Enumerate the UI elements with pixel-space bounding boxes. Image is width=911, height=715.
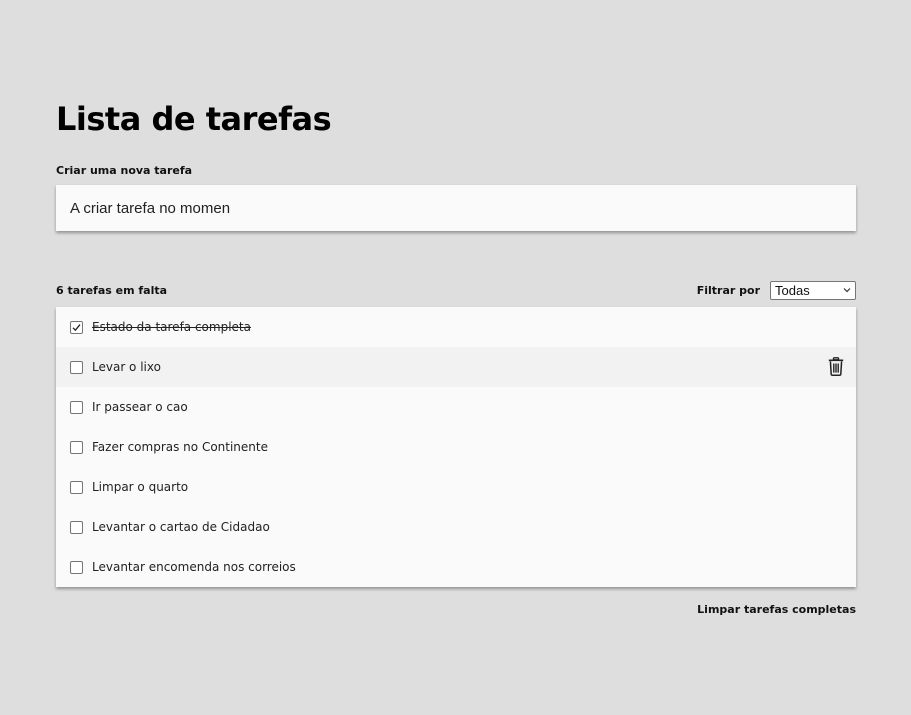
task-checkbox[interactable] (70, 400, 83, 414)
task-checkbox[interactable] (70, 320, 83, 334)
task-label: Levar o lixo (92, 360, 161, 374)
task-label: Levantar encomenda nos correios (92, 560, 296, 574)
page-title: Lista de tarefas (56, 100, 332, 138)
task-checkbox[interactable] (70, 560, 83, 574)
task-label: Ir passear o cao (92, 400, 188, 414)
filter-selected-value: Todas (775, 283, 810, 298)
task-checkbox[interactable] (70, 440, 83, 454)
filter-label: Filtrar por (696, 284, 760, 297)
task-label: Limpar o quarto (92, 480, 189, 494)
task-item[interactable]: Levantar encomenda nos correios (56, 547, 856, 587)
clear-completed-button[interactable]: Limpar tarefas completas (697, 603, 856, 617)
task-checkbox[interactable] (70, 520, 83, 534)
new-task-label: Criar uma nova tarefa (56, 164, 193, 177)
check-icon (72, 323, 81, 331)
filter-select[interactable]: Todas (770, 281, 856, 300)
task-label: Estado da tarefa completa (92, 320, 251, 334)
task-item[interactable]: Levantar o cartao de Cidadao (56, 507, 856, 547)
chevron-down-icon (843, 288, 851, 293)
new-task-input[interactable] (56, 185, 856, 231)
task-label: Fazer compras no Continente (92, 440, 268, 454)
task-item[interactable]: Estado da tarefa completa (56, 307, 856, 347)
task-list: Estado da tarefa completa Levar o lixo I… (56, 307, 856, 587)
task-item[interactable]: Levar o lixo (56, 347, 856, 387)
task-item[interactable]: Limpar o quarto (56, 467, 856, 507)
filter-control: Filtrar por Todas (697, 281, 856, 300)
task-item[interactable]: Fazer compras no Continente (56, 427, 856, 467)
remaining-count: 6 tarefas em falta (56, 284, 168, 297)
task-item[interactable]: Ir passear o cao (56, 387, 856, 427)
task-checkbox[interactable] (70, 360, 83, 374)
trash-icon[interactable] (828, 357, 844, 376)
task-label: Levantar o cartao de Cidadao (92, 520, 270, 534)
task-checkbox[interactable] (70, 480, 83, 494)
